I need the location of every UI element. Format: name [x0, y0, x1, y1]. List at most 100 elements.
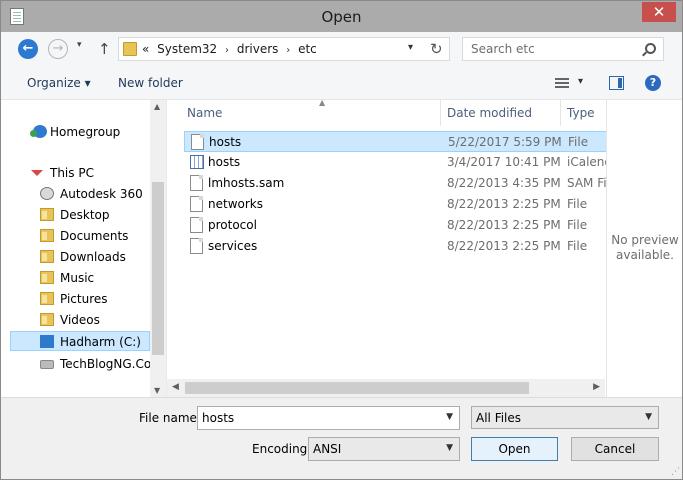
encoding-label: Encoding:	[252, 442, 312, 456]
preview-pane: No preview available.	[606, 100, 682, 397]
nav-item-label: Videos	[60, 313, 100, 327]
file-name: protocol	[208, 218, 257, 232]
address-row: ← → ▾ ↑ « System32 › drivers › etc ▾ ↻ S…	[1, 32, 682, 66]
folder-icon	[40, 292, 54, 305]
view-dropdown-icon[interactable]: ▾	[578, 76, 583, 87]
nav-item-techblogng[interactable]: TechBlogNG.Cor	[1, 354, 150, 374]
search-box[interactable]: Search etc	[462, 37, 664, 61]
file-name: lmhosts.sam	[208, 176, 285, 190]
file-name: hosts	[208, 155, 241, 169]
breadcrumb-separator[interactable]: ›	[286, 45, 290, 56]
back-button[interactable]: ←	[18, 39, 38, 59]
nav-item-music[interactable]: Music	[1, 268, 150, 288]
new-folder-button[interactable]: New folder	[118, 76, 183, 90]
folder-icon	[40, 229, 54, 242]
cancel-button[interactable]: Cancel	[571, 437, 659, 461]
column-header-date[interactable]: Date modified	[441, 100, 561, 126]
sort-ascending-icon: ▲	[319, 98, 326, 107]
nav-item-videos[interactable]: Videos	[1, 310, 150, 330]
nav-item-label: This PC	[50, 166, 94, 180]
chevron-down-icon[interactable]: ▼	[645, 412, 652, 422]
file-row[interactable]: hosts 3/4/2017 10:41 PM iCalendar	[184, 152, 607, 173]
file-type: File	[567, 218, 588, 232]
file-row[interactable]: hosts 5/22/2017 5:59 PM File	[184, 131, 607, 152]
column-header-label: Name	[187, 106, 223, 120]
search-icon[interactable]	[645, 43, 656, 54]
scroll-left-icon[interactable]: ◀	[172, 382, 179, 392]
breadcrumb-drivers[interactable]: drivers	[237, 42, 279, 56]
computer-icon	[31, 170, 43, 176]
no-preview-line-1: No preview	[611, 233, 679, 247]
help-icon[interactable]: ?	[645, 75, 661, 91]
preview-pane-icon[interactable]	[609, 76, 624, 90]
file-date: 8/22/2013 2:25 PM	[447, 239, 561, 253]
scrollbar-thumb[interactable]	[185, 382, 529, 394]
file-name-input[interactable]	[202, 411, 432, 425]
autodesk-icon	[40, 187, 54, 200]
resize-grip-icon[interactable]: ⋰	[671, 467, 680, 477]
breadcrumb-overflow[interactable]: «	[142, 42, 149, 56]
nav-item-autodesk-360[interactable]: Autodesk 360	[1, 184, 150, 204]
file-date: 5/22/2017 5:59 PM	[448, 135, 562, 149]
file-row[interactable]: protocol 8/22/2013 2:25 PM File	[184, 215, 607, 236]
file-type-filter-value: All Files	[476, 411, 522, 425]
scrollbar-thumb[interactable]	[152, 182, 164, 355]
no-preview-line-2: available.	[616, 248, 674, 262]
encoding-select[interactable]: ANSI ▼	[308, 437, 460, 461]
nav-item-this-pc[interactable]: This PC	[1, 163, 150, 183]
up-button[interactable]: ↑	[98, 40, 111, 58]
nav-item-desktop[interactable]: Desktop	[1, 205, 150, 225]
calendar-file-icon	[190, 155, 204, 169]
view-options-icon[interactable]	[555, 78, 569, 88]
nav-item-label: Desktop	[60, 208, 110, 222]
scroll-right-icon[interactable]: ▶	[593, 382, 600, 392]
scroll-up-icon[interactable]: ▲	[154, 102, 160, 111]
folder-icon	[123, 42, 137, 56]
nav-item-hadharm-c[interactable]: Hadharm (C:)	[10, 331, 150, 351]
column-header-label: Date modified	[447, 106, 533, 120]
nav-item-label: Documents	[60, 229, 129, 243]
file-row[interactable]: services 8/22/2013 2:25 PM File	[184, 236, 607, 257]
scroll-down-icon[interactable]: ▼	[154, 386, 160, 395]
breadcrumb-etc[interactable]: etc	[298, 42, 317, 56]
file-date: 8/22/2013 2:25 PM	[447, 218, 561, 232]
file-type-filter-select[interactable]: All Files ▼	[471, 406, 659, 429]
nav-item-label: Downloads	[60, 250, 126, 264]
file-name: services	[208, 239, 258, 253]
address-dropdown-icon[interactable]: ▾	[408, 42, 413, 53]
dialog-footer: File name: ▼ All Files ▼ Encoding: ANSI …	[1, 397, 682, 479]
open-button[interactable]: Open	[471, 437, 558, 461]
file-list-horizontal-scrollbar[interactable]: ◀ ▶	[167, 379, 605, 397]
chevron-down-icon[interactable]: ▼	[446, 412, 453, 422]
file-row[interactable]: networks 8/22/2013 2:25 PM File	[184, 194, 607, 215]
forward-button[interactable]: →	[48, 39, 68, 59]
title-bar[interactable]: Open ✕	[1, 1, 682, 32]
nav-item-pictures[interactable]: Pictures	[1, 289, 150, 309]
close-button[interactable]: ✕	[642, 2, 676, 22]
search-input[interactable]: Search etc	[471, 42, 535, 56]
file-name-combobox[interactable]: ▼	[197, 406, 460, 430]
column-header-label: Type	[567, 106, 595, 120]
breadcrumb-system32[interactable]: System32	[157, 42, 217, 56]
refresh-icon[interactable]: ↻	[430, 40, 443, 58]
folder-icon	[40, 250, 54, 263]
breadcrumb-separator[interactable]: ›	[225, 45, 229, 56]
nav-item-downloads[interactable]: Downloads	[1, 247, 150, 267]
chevron-down-icon[interactable]: ▼	[446, 443, 453, 453]
column-header-type[interactable]: Type	[561, 100, 607, 126]
open-dialog: Open ✕ ← → ▾ ↑ « System32 › drivers › et…	[0, 0, 683, 480]
nav-item-homegroup[interactable]: Homegroup	[1, 122, 150, 142]
nav-item-label: TechBlogNG.Cor	[60, 357, 150, 371]
nav-item-documents[interactable]: Documents	[1, 226, 150, 246]
recent-locations-button[interactable]: ▾	[77, 40, 82, 50]
address-bar[interactable]: « System32 › drivers › etc ▾ ↻	[118, 37, 450, 61]
file-name: networks	[208, 197, 263, 211]
drive-icon	[40, 360, 54, 369]
file-row[interactable]: lmhosts.sam 8/22/2013 4:35 PM SAM File	[184, 173, 607, 194]
no-preview-message: No preview available.	[607, 233, 683, 263]
breadcrumb: « System32 › drivers › etc	[142, 42, 321, 56]
organize-button[interactable]: Organize ▾	[27, 76, 91, 90]
nav-item-label: Music	[60, 271, 95, 285]
nav-pane-scrollbar[interactable]: ▲ ▼	[150, 100, 166, 397]
column-header-name[interactable]: ▲ Name	[181, 98, 441, 126]
